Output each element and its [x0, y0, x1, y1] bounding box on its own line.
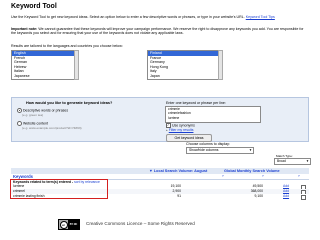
filter-results-link[interactable]: Filter my results: [169, 128, 194, 132]
option2-label: Website content: [22, 121, 49, 126]
page-title: Keyword Tool: [11, 3, 57, 10]
country-option[interactable]: Japan: [148, 74, 218, 79]
synonyms-label: Use synonyms: [171, 123, 195, 128]
match-type-select[interactable]: Broad ▼: [274, 158, 311, 165]
country-list[interactable]: Finland France Germany Hong Kong Italy Japan: [147, 50, 219, 80]
chevron-down-icon: ▼: [306, 159, 309, 163]
important-label: Important note:: [11, 27, 38, 31]
help-icon[interactable]: ?: [298, 174, 300, 178]
global-volume-cell: 9,100: [254, 194, 264, 198]
entry-line: lurriene: [168, 115, 180, 120]
columns-select-value: Show/hide columns: [189, 148, 219, 152]
keyword-ideas-panel: How would you like to generate keyword i…: [11, 97, 309, 142]
add-keyword-link[interactable]: Add: [283, 194, 295, 199]
language-list[interactable]: English French German Hebrew Italian Japanese: [11, 50, 75, 80]
license-text: Creative Commons Licence – Some Rights R…: [86, 221, 195, 226]
columns-select[interactable]: Show/hide columns ▼: [186, 147, 254, 154]
local-volume-cell: 91: [177, 194, 181, 198]
intro-text: Use the Keyword Tool to get new keyword …: [11, 15, 309, 19]
ideas-question: How would you like to generate keyword i…: [26, 101, 113, 105]
sort-arrow-icon: ▼: [149, 169, 153, 173]
get-keyword-ideas-button[interactable]: Get keyword ideas: [166, 134, 212, 142]
match-type-value: Broad: [277, 159, 286, 163]
results-tailored-text: Results are tailored to the languages an…: [11, 44, 123, 48]
select-checkbox[interactable]: [301, 195, 306, 200]
chevron-down-icon: ▼: [249, 148, 252, 152]
global-volume-header[interactable]: Global Monthly Search Volume: [224, 168, 280, 174]
language-option[interactable]: Japanese: [12, 74, 74, 79]
language-list-scrollbar[interactable]: [74, 50, 79, 80]
highlight-box: [10, 179, 108, 199]
keyword-tips-link[interactable]: Keyword Tool Tips: [246, 15, 275, 19]
keyword-entry-textarea[interactable]: crimmie crimmiefashion lurriene: [165, 106, 261, 123]
license-by: BY: [69, 223, 74, 226]
expand-icon: +: [166, 128, 168, 132]
columns-label: Choose columns to display:: [186, 142, 230, 146]
help-icon[interactable]: ?: [262, 174, 264, 178]
important-note: Important note: We cannot guarantee that…: [11, 27, 309, 36]
help-icon[interactable]: ?: [222, 174, 224, 178]
creative-commons-badge[interactable]: cc BY NC ND: [58, 219, 80, 235]
intro-description: Use the Keyword Tool to get new keyword …: [11, 15, 245, 19]
country-list-scrollbar[interactable]: [218, 50, 223, 80]
filter-results-option[interactable]: + Filter my results: [166, 128, 193, 132]
option1-hint: (e.g. green tea): [22, 113, 44, 117]
entry-prompt: Enter one keyword or phrase per line:: [166, 101, 226, 105]
license-terms-mark: BY NC ND: [68, 220, 79, 235]
important-text: We cannot guarantee that these keywords …: [11, 27, 304, 36]
license-nc-nd: NC ND: [71, 223, 78, 235]
cc-mark: cc: [59, 220, 68, 229]
cc-logo-icon: cc: [59, 220, 68, 229]
option1-label: Descriptive words or phrases: [22, 108, 69, 113]
local-volume-label: Local Search Volume: August: [153, 169, 208, 173]
local-volume-header[interactable]: ▼ Local Search Volume: August: [149, 168, 207, 174]
option2-hint: (e.g. www.example.com/product?id=74893): [22, 126, 82, 130]
